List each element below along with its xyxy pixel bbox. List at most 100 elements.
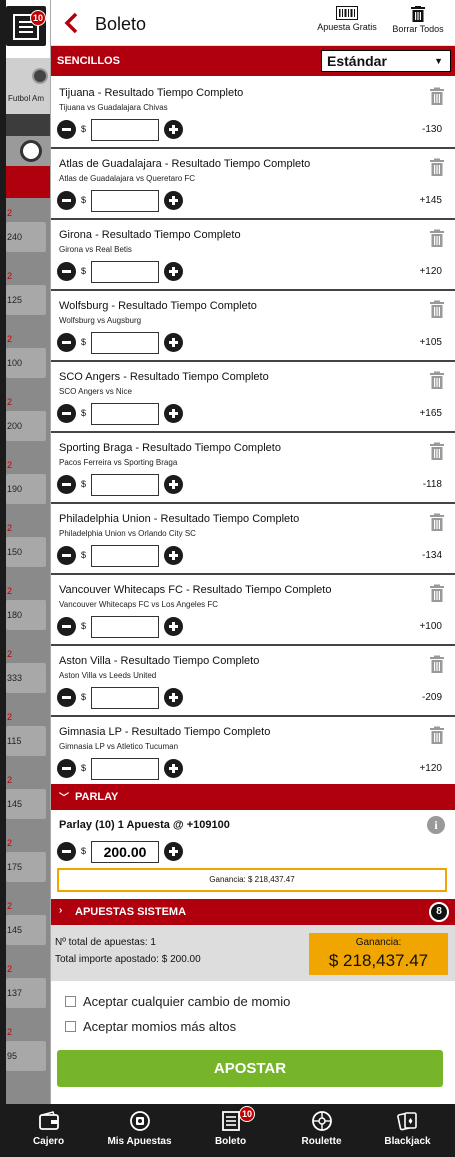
delete-all-button[interactable]: Borrar Todos: [387, 6, 449, 34]
nav-label: Mis Apuestas: [107, 1136, 172, 1147]
background-red-row: [6, 166, 52, 198]
nav-cajero[interactable]: Cajero: [3, 1104, 94, 1157]
background-odds-cell: 200: [6, 411, 46, 441]
checkbox-icon: [65, 996, 76, 1007]
winnings-value: $ 218,437.47: [328, 951, 429, 970]
free-bet-label: Apuesta Gratis: [317, 22, 377, 32]
trash-icon[interactable]: [429, 300, 445, 318]
stake-increase-button[interactable]: [164, 617, 183, 636]
bet-row: Atlas de Guadalajara - Resultado Tiempo …: [51, 149, 455, 220]
stake-input[interactable]: [91, 190, 159, 212]
parlay-stake-input[interactable]: [91, 841, 159, 863]
stake-increase-button[interactable]: [164, 333, 183, 352]
stake-decrease-button[interactable]: [57, 404, 76, 423]
stake-decrease-button[interactable]: [57, 546, 76, 565]
bet-event: SCO Angers vs Nice: [59, 387, 132, 396]
stake-decrease-button[interactable]: [57, 759, 76, 778]
background-row-mark: 2: [7, 523, 13, 533]
bet-market: Tijuana - Resultado Tiempo Completo: [59, 87, 244, 99]
bet-event: Philadelphia Union vs Orlando City SC: [59, 529, 196, 538]
back-chevron-icon[interactable]: [61, 10, 83, 36]
free-bet-button[interactable]: Apuesta Gratis: [309, 6, 385, 32]
stake-increase-button[interactable]: [164, 404, 183, 423]
bet-row: Vancouver Whitecaps FC - Resultado Tiemp…: [51, 575, 455, 646]
bet-type-value: Estándar: [327, 53, 387, 69]
nav-label: Cajero: [32, 1136, 65, 1147]
system-bets-count-badge: 8: [429, 902, 449, 922]
bet-market: Sporting Braga - Resultado Tiempo Comple…: [59, 442, 281, 454]
stake-input[interactable]: [91, 687, 159, 709]
bet-market: SCO Angers - Resultado Tiempo Completo: [59, 371, 269, 383]
accept-higher-odds-checkbox[interactable]: Aceptar momios más altos: [65, 1019, 236, 1034]
bet-odds: +120: [419, 763, 442, 774]
background-odds-cell: 137: [6, 978, 46, 1008]
stake-decrease-button[interactable]: [57, 191, 76, 210]
stake-decrease-button[interactable]: [57, 262, 76, 281]
trash-icon[interactable]: [429, 584, 445, 602]
background-sportsbook: Futbol Am 2 240 2 125 2 100 2 200 2 190 2 150 2 180 2 3…: [0, 0, 52, 1104]
bet-event: Atlas de Guadalajara vs Queretaro FC: [59, 174, 196, 183]
nav-mis-apuestas[interactable]: Mis Apuestas: [94, 1104, 185, 1157]
stake-input[interactable]: [91, 616, 159, 638]
stake-increase-button[interactable]: [164, 262, 183, 281]
stake-input[interactable]: [91, 403, 159, 425]
bet-row: Philadelphia Union - Resultado Tiempo Co…: [51, 504, 455, 575]
total-stake-amount: Total importe apostado: $ 200.00: [55, 954, 201, 965]
bet-type-select[interactable]: Estándar ▼: [321, 50, 451, 72]
stake-increase-button[interactable]: [164, 759, 183, 778]
system-bets-section-header[interactable]: › APUESTAS SISTEMA 8: [51, 899, 455, 925]
bet-market: Vancouver Whitecaps FC - Resultado Tiemp…: [59, 584, 332, 596]
currency-symbol: $: [81, 195, 87, 205]
trash-icon[interactable]: [429, 442, 445, 460]
trash-icon[interactable]: [429, 513, 445, 531]
stake-decrease-button[interactable]: [57, 617, 76, 636]
trash-icon[interactable]: [429, 229, 445, 247]
nav-roulette[interactable]: Roulette: [276, 1104, 367, 1157]
total-winnings-box: Ganancia: $ 218,437.47: [309, 933, 448, 975]
currency-symbol: $: [81, 266, 87, 276]
winnings-label: Ganancia:: [355, 937, 402, 948]
accept-higher-odds-label: Aceptar momios más altos: [83, 1019, 237, 1034]
stake-decrease-button[interactable]: [57, 688, 76, 707]
stake-increase-button[interactable]: [164, 475, 183, 494]
ticket-toggle-button[interactable]: 10: [6, 6, 46, 46]
stake-input[interactable]: [91, 474, 159, 496]
trash-icon: [411, 6, 425, 22]
info-icon[interactable]: i: [427, 816, 445, 834]
stake-input[interactable]: [91, 545, 159, 567]
parlay-increase-button[interactable]: [164, 842, 183, 861]
stake-increase-button[interactable]: [164, 191, 183, 210]
stake-increase-button[interactable]: [164, 688, 183, 707]
trash-icon[interactable]: [429, 726, 445, 744]
singles-section-header: SENCILLOS Estándar ▼: [51, 46, 455, 76]
stake-input[interactable]: [91, 758, 159, 780]
trash-icon[interactable]: [429, 655, 445, 673]
background-row-mark: 2: [7, 397, 13, 407]
checkbox-icon: [65, 1021, 76, 1032]
trash-icon[interactable]: [429, 87, 445, 105]
stake-increase-button[interactable]: [164, 120, 183, 139]
background-odds-cell: 190: [6, 474, 46, 504]
accept-any-odds-change-checkbox[interactable]: Aceptar cualquier cambio de momio: [65, 994, 290, 1009]
parlay-decrease-button[interactable]: [57, 842, 76, 861]
bet-slip-panel: Boleto Apuesta Gratis Borrar Todos SENCI…: [50, 0, 455, 1104]
background-odds-cell: 240: [6, 222, 46, 252]
stake-input[interactable]: [91, 261, 159, 283]
stake-input[interactable]: [91, 119, 159, 141]
trash-icon[interactable]: [429, 158, 445, 176]
currency-symbol: $: [81, 550, 87, 560]
stake-input[interactable]: [91, 332, 159, 354]
nav-boleto[interactable]: 10 Boleto: [185, 1104, 276, 1157]
nav-blackjack[interactable]: Blackjack: [362, 1104, 453, 1157]
stake-decrease-button[interactable]: [57, 475, 76, 494]
currency-symbol: $: [81, 124, 87, 134]
stake-decrease-button[interactable]: [57, 120, 76, 139]
stake-decrease-button[interactable]: [57, 333, 76, 352]
chevron-right-icon: ›: [59, 905, 63, 916]
bet-event: Pacos Ferreira vs Sporting Braga: [59, 458, 178, 467]
stake-increase-button[interactable]: [164, 546, 183, 565]
parlay-section-header[interactable]: ﹀ PARLAY: [51, 784, 455, 810]
trash-icon[interactable]: [429, 371, 445, 389]
bet-odds: +165: [419, 408, 442, 419]
place-bet-button[interactable]: APOSTAR: [57, 1050, 443, 1087]
